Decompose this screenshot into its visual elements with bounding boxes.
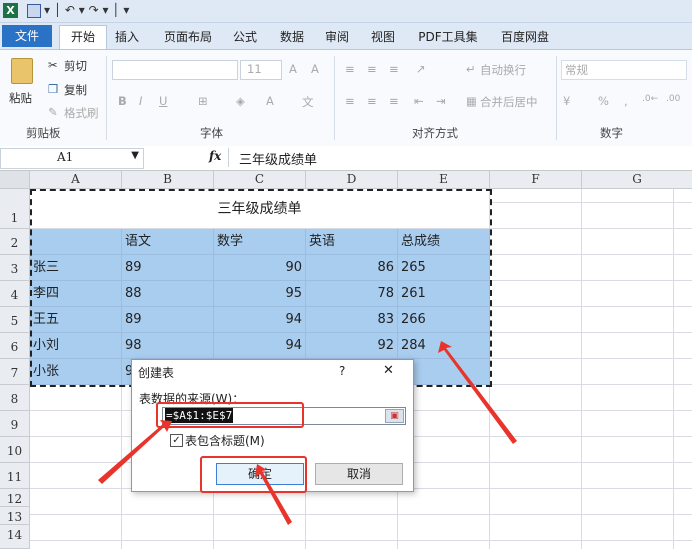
- arrow-to-ok-icon: [255, 464, 292, 525]
- arrow-to-table-icon: [438, 341, 517, 444]
- arrow-to-source-icon: [98, 420, 172, 484]
- annotation-arrows: [98, 341, 517, 525]
